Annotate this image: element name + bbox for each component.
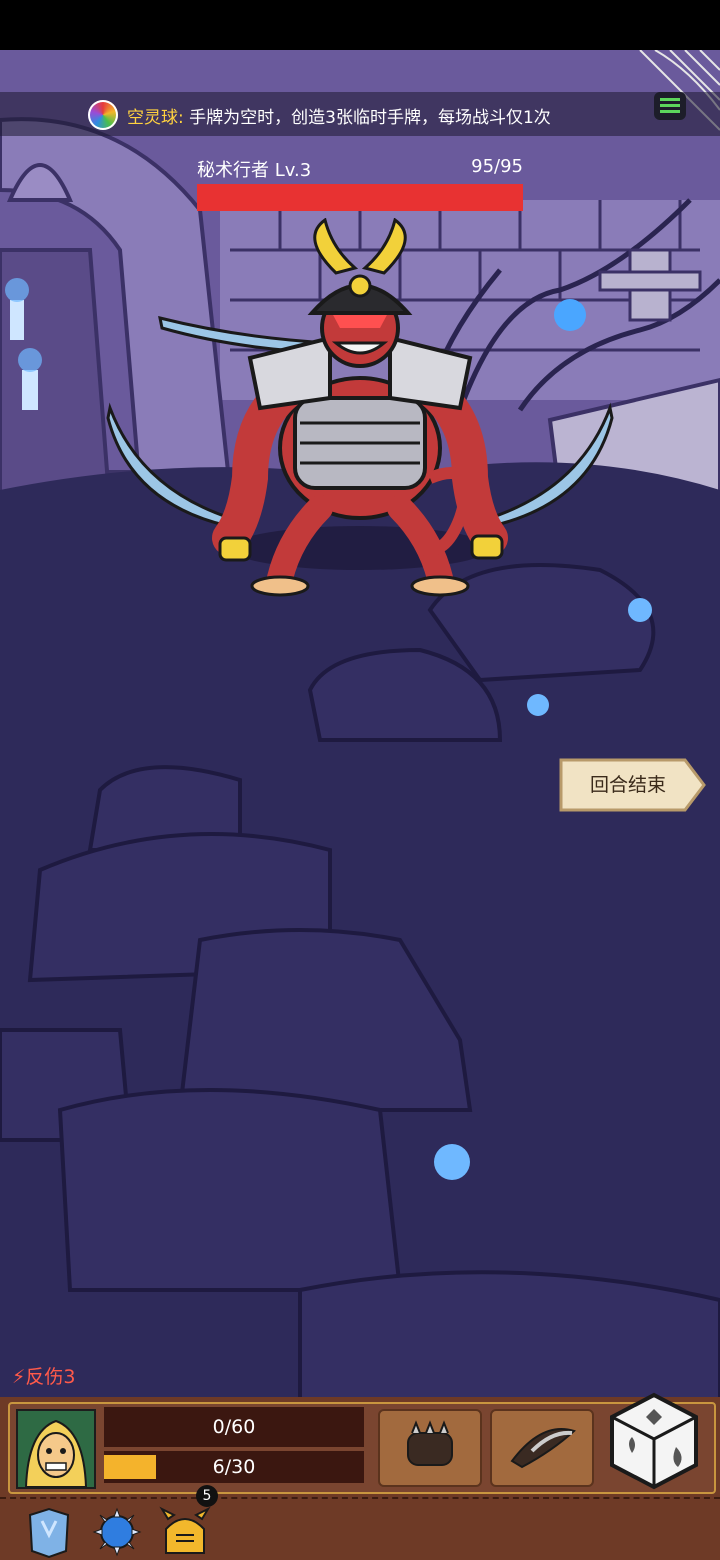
- ice-armor-icon[interactable]: [22, 1505, 76, 1559]
- end-turn-label: 回合结束: [589, 774, 666, 796]
- samurai-demon-enemy[interactable]: [100, 218, 620, 598]
- player-hp-box: 0/60: [104, 1407, 364, 1447]
- status-effect-thorns[interactable]: ⚡反伤3: [12, 1362, 75, 1389]
- skill-button-feather[interactable]: [490, 1409, 594, 1487]
- battle-scene: 空灵球: 手牌为空时，创造3张临时手牌，每场战斗仅1次 秘术行者 Lv.3 95…: [0, 50, 720, 1560]
- relic-name: 空灵球: [127, 108, 178, 128]
- spiked-fist-icon: [407, 1420, 453, 1466]
- relic-effect: 手牌为空时，创造3张临时手牌，每场战斗仅1次: [189, 108, 551, 128]
- enemy-hp-text: 95/95: [471, 156, 523, 177]
- rainbow-orb-icon[interactable]: [88, 100, 118, 130]
- menu-icon[interactable]: [650, 86, 690, 126]
- feather-wing-icon: [510, 1428, 576, 1469]
- equipment-row: [0, 1497, 720, 1559]
- player-panel: 0/60 6/30: [0, 1392, 720, 1560]
- end-turn-button[interactable]: 回合结束: [557, 757, 707, 813]
- player-hp-text: 0/60: [212, 1416, 256, 1438]
- dice-icon[interactable]: [606, 1391, 702, 1491]
- status-effect-label: 反伤3: [25, 1366, 76, 1388]
- golden-helmet-icon[interactable]: [158, 1505, 212, 1559]
- player-stats: 0/60 6/30: [104, 1407, 364, 1485]
- spiked-orb-icon[interactable]: [90, 1505, 144, 1559]
- status-bar: [0, 0, 720, 50]
- enemy-hp-bar: [197, 184, 523, 211]
- game-screen: 空灵球: 手牌为空时，创造3张临时手牌，每场战斗仅1次 秘术行者 Lv.3 95…: [0, 0, 720, 1560]
- relic-separator: :: [178, 108, 184, 128]
- skill-button-fist[interactable]: [378, 1409, 482, 1487]
- player-energy-text: 6/30: [212, 1456, 256, 1478]
- enemy-name: 秘术行者: [197, 160, 269, 181]
- thorns-icon: ⚡: [12, 1366, 26, 1388]
- hero-portrait-art: [18, 1411, 94, 1487]
- hero-portrait[interactable]: [16, 1409, 96, 1489]
- enemy-name-label: 秘术行者 Lv.3: [197, 156, 311, 182]
- enemy-level: Lv.3: [274, 160, 312, 181]
- player-energy-box: 6/30: [104, 1451, 364, 1483]
- relic-description: 空灵球: 手牌为空时，创造3张临时手牌，每场战斗仅1次: [127, 103, 551, 128]
- equipment-count-badge: 5: [196, 1485, 218, 1507]
